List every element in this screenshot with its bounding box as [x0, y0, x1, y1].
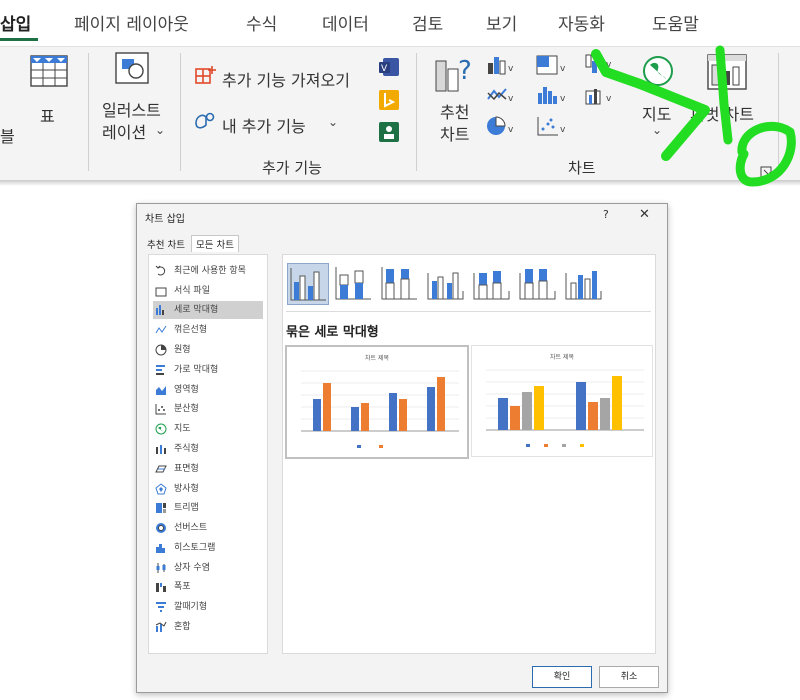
category-label: 영역형	[174, 385, 199, 395]
category-item-funnel[interactable]: 깔때기형	[153, 598, 263, 616]
tab-recommended-charts[interactable]: 추천 차트	[147, 237, 185, 251]
category-item-radar[interactable]: 방사형	[153, 480, 263, 498]
category-item-sunburst[interactable]: 선버스트	[153, 519, 263, 537]
category-label: 세로 막대형	[174, 305, 219, 315]
combo-chart-icon	[155, 621, 167, 632]
section-title: 묶은 세로 막대형	[286, 325, 379, 340]
category-label: 상자 수염	[174, 563, 210, 573]
category-item-histogram[interactable]: 히스토그램	[153, 539, 263, 557]
subtype-3d-100-stacked-column[interactable]	[517, 263, 557, 303]
folder-icon	[155, 287, 167, 297]
category-item-area[interactable]: 영역형	[153, 381, 263, 399]
chart-preview-1[interactable]: 차트 제목	[285, 345, 469, 459]
chart-subtype-pane: 묶은 세로 막대형 차트 제목 차트 제목	[282, 254, 656, 654]
insert-chart-dialog: 차트 삽입 ? ✕ 추천 차트 모든 차트 최근에 사용한 항목 서식 파일 세…	[136, 203, 668, 693]
category-label: 주식형	[174, 444, 199, 454]
dialog-title: 차트 삽입	[145, 214, 185, 225]
category-item-recent[interactable]: 최근에 사용한 항목	[153, 262, 263, 280]
funnel-icon	[156, 602, 166, 612]
undo-icon	[155, 265, 166, 276]
preview-chart-plot	[486, 369, 644, 447]
category-item-scatter[interactable]: 분산형	[153, 400, 263, 418]
close-icon[interactable]: ✕	[639, 207, 650, 222]
category-label: 꺾은선형	[174, 325, 208, 335]
divider	[286, 311, 651, 312]
category-label: 선버스트	[174, 523, 208, 533]
column-chart-icon	[156, 305, 164, 315]
category-label: 표면형	[174, 464, 199, 474]
pie-chart-icon	[155, 344, 167, 356]
category-label: 트리맵	[174, 503, 199, 513]
tab-all-charts[interactable]: 모든 차트	[191, 235, 239, 252]
category-item-bar[interactable]: 가로 막대형	[153, 361, 263, 379]
radar-chart-icon	[155, 483, 167, 495]
category-item-box-whisker[interactable]: 상자 수염	[153, 559, 263, 577]
category-item-templates[interactable]: 서식 파일	[153, 282, 263, 300]
annotation-arrow	[591, 45, 796, 187]
category-label: 가로 막대형	[174, 365, 219, 375]
subtype-stacked-column[interactable]	[333, 263, 373, 303]
surface-chart-icon	[155, 465, 167, 473]
cancel-button[interactable]: 취소	[599, 666, 659, 688]
subtype-clustered-column[interactable]	[287, 263, 329, 305]
globe-icon	[155, 423, 167, 435]
preview-chart-plot	[301, 370, 459, 448]
chart-category-list: 최근에 사용한 항목 서식 파일 세로 막대형 꺾은선형 원형 가로 막대형 영…	[148, 254, 268, 654]
category-item-surface[interactable]: 표면형	[153, 460, 263, 478]
category-label: 분산형	[174, 404, 199, 414]
preview-chart-title: 차트 제목	[365, 355, 389, 362]
subtype-3d-clustered-column[interactable]	[425, 263, 465, 303]
category-label: 원형	[174, 345, 191, 355]
sunburst-icon	[156, 523, 166, 533]
preview-chart-title: 차트 제목	[550, 354, 574, 361]
category-item-pie[interactable]: 원형	[153, 341, 263, 359]
subtype-3d-stacked-column[interactable]	[471, 263, 511, 303]
category-label: 서식 파일	[174, 286, 210, 296]
box-whisker-icon	[156, 563, 166, 573]
category-item-combo[interactable]: 혼합	[153, 618, 263, 636]
bar-chart-icon	[156, 365, 165, 375]
chart-preview-2[interactable]: 차트 제목	[471, 345, 653, 457]
area-chart-icon	[156, 386, 166, 395]
scatter-chart-icon	[155, 404, 166, 415]
category-label: 최근에 사용한 항목	[174, 266, 246, 276]
stock-chart-icon	[156, 445, 166, 454]
line-chart-icon	[155, 325, 167, 334]
category-label: 폭포	[174, 582, 191, 592]
category-item-column[interactable]: 세로 막대형	[153, 301, 263, 319]
category-label: 깔때기형	[174, 602, 208, 612]
category-label: 혼합	[174, 622, 191, 632]
category-label: 방사형	[174, 484, 199, 494]
subtype-3d-column[interactable]	[563, 263, 603, 303]
category-item-treemap[interactable]: 트리맵	[153, 499, 263, 517]
category-label: 히스토그램	[174, 543, 216, 553]
category-item-line[interactable]: 꺾은선형	[153, 321, 263, 339]
help-icon[interactable]: ?	[603, 208, 609, 221]
treemap-icon	[156, 503, 166, 513]
category-item-map[interactable]: 지도	[153, 420, 263, 438]
histogram-icon	[156, 544, 165, 553]
waterfall-icon	[156, 583, 166, 592]
category-item-waterfall[interactable]: 폭포	[153, 578, 263, 596]
category-label: 지도	[174, 424, 191, 434]
category-item-stock[interactable]: 주식형	[153, 440, 263, 458]
ok-button[interactable]: 확인	[532, 666, 592, 688]
subtype-100-stacked-column[interactable]	[379, 263, 419, 303]
